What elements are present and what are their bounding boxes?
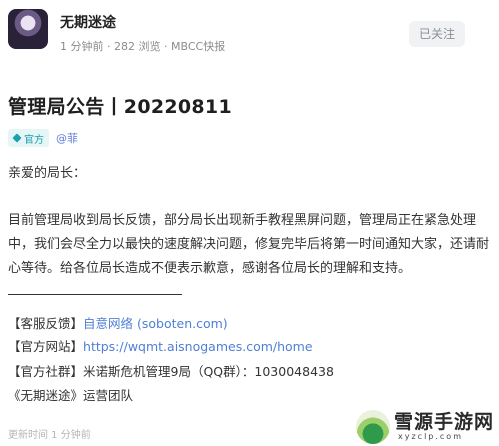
- meta-source[interactable]: MBCC快报: [171, 40, 225, 53]
- support-line: 【客服反馈】自意网络 (soboten.com): [8, 313, 228, 332]
- official-gem-icon: [12, 133, 22, 143]
- watermark-logo: [356, 410, 390, 444]
- divider: [8, 294, 182, 295]
- edit-time: 更新时间 1 分钟前: [8, 430, 91, 441]
- support-link[interactable]: 自意网络 (soboten.com): [83, 316, 228, 331]
- official-tag[interactable]: 官方: [8, 129, 49, 147]
- community-text: 米诺斯危机管理9局（QQ群）：1030048438: [83, 364, 334, 379]
- watermark-url: xyzclp.com: [398, 432, 463, 441]
- tag-row: 官方 @菲: [8, 128, 78, 148]
- watermark-title: 雪源手游网: [394, 411, 495, 433]
- meta-separator: ·: [107, 40, 114, 53]
- author-name[interactable]: 无期迷途: [60, 12, 116, 32]
- post-header: 无期迷途 1 分钟前 · 282 浏览 · MBCC快报 已关注: [0, 0, 499, 70]
- meta-views: 282 浏览: [114, 40, 161, 53]
- post-body: 目前管理局收到局长反馈，部分局长出现新手教程黑屏问题，管理局正在紧急处理中，我们…: [8, 213, 490, 276]
- community-prefix: 【官方社群】: [8, 364, 84, 379]
- site-prefix: 【官方网站】: [8, 339, 84, 354]
- site-line: 【官方网站】https://wqmt.aisnogames.com/home: [8, 336, 313, 355]
- signature: 《无期迷途》运营团队: [8, 388, 134, 403]
- post-meta: 1 分钟前 · 282 浏览 · MBCC快报: [60, 38, 225, 54]
- community-line: 【官方社群】米诺斯危机管理9局（QQ群）：1030048438: [8, 361, 334, 380]
- meta-separator: ·: [164, 40, 171, 53]
- follow-button[interactable]: 已关注: [409, 21, 465, 47]
- greeting: 亲爱的局长：: [8, 166, 87, 181]
- author-handle[interactable]: @菲: [56, 130, 78, 146]
- site-link[interactable]: https://wqmt.aisnogames.com/home: [83, 339, 313, 354]
- post-title: 管理局公告丨20220811: [8, 96, 232, 118]
- author-avatar[interactable]: [8, 9, 48, 49]
- support-prefix: 【客服反馈】: [8, 316, 84, 331]
- official-tag-label: 官方: [24, 134, 44, 146]
- meta-time: 1 分钟前: [60, 40, 104, 53]
- watermark: 雪源手游网 xyzclp.com: [356, 404, 499, 446]
